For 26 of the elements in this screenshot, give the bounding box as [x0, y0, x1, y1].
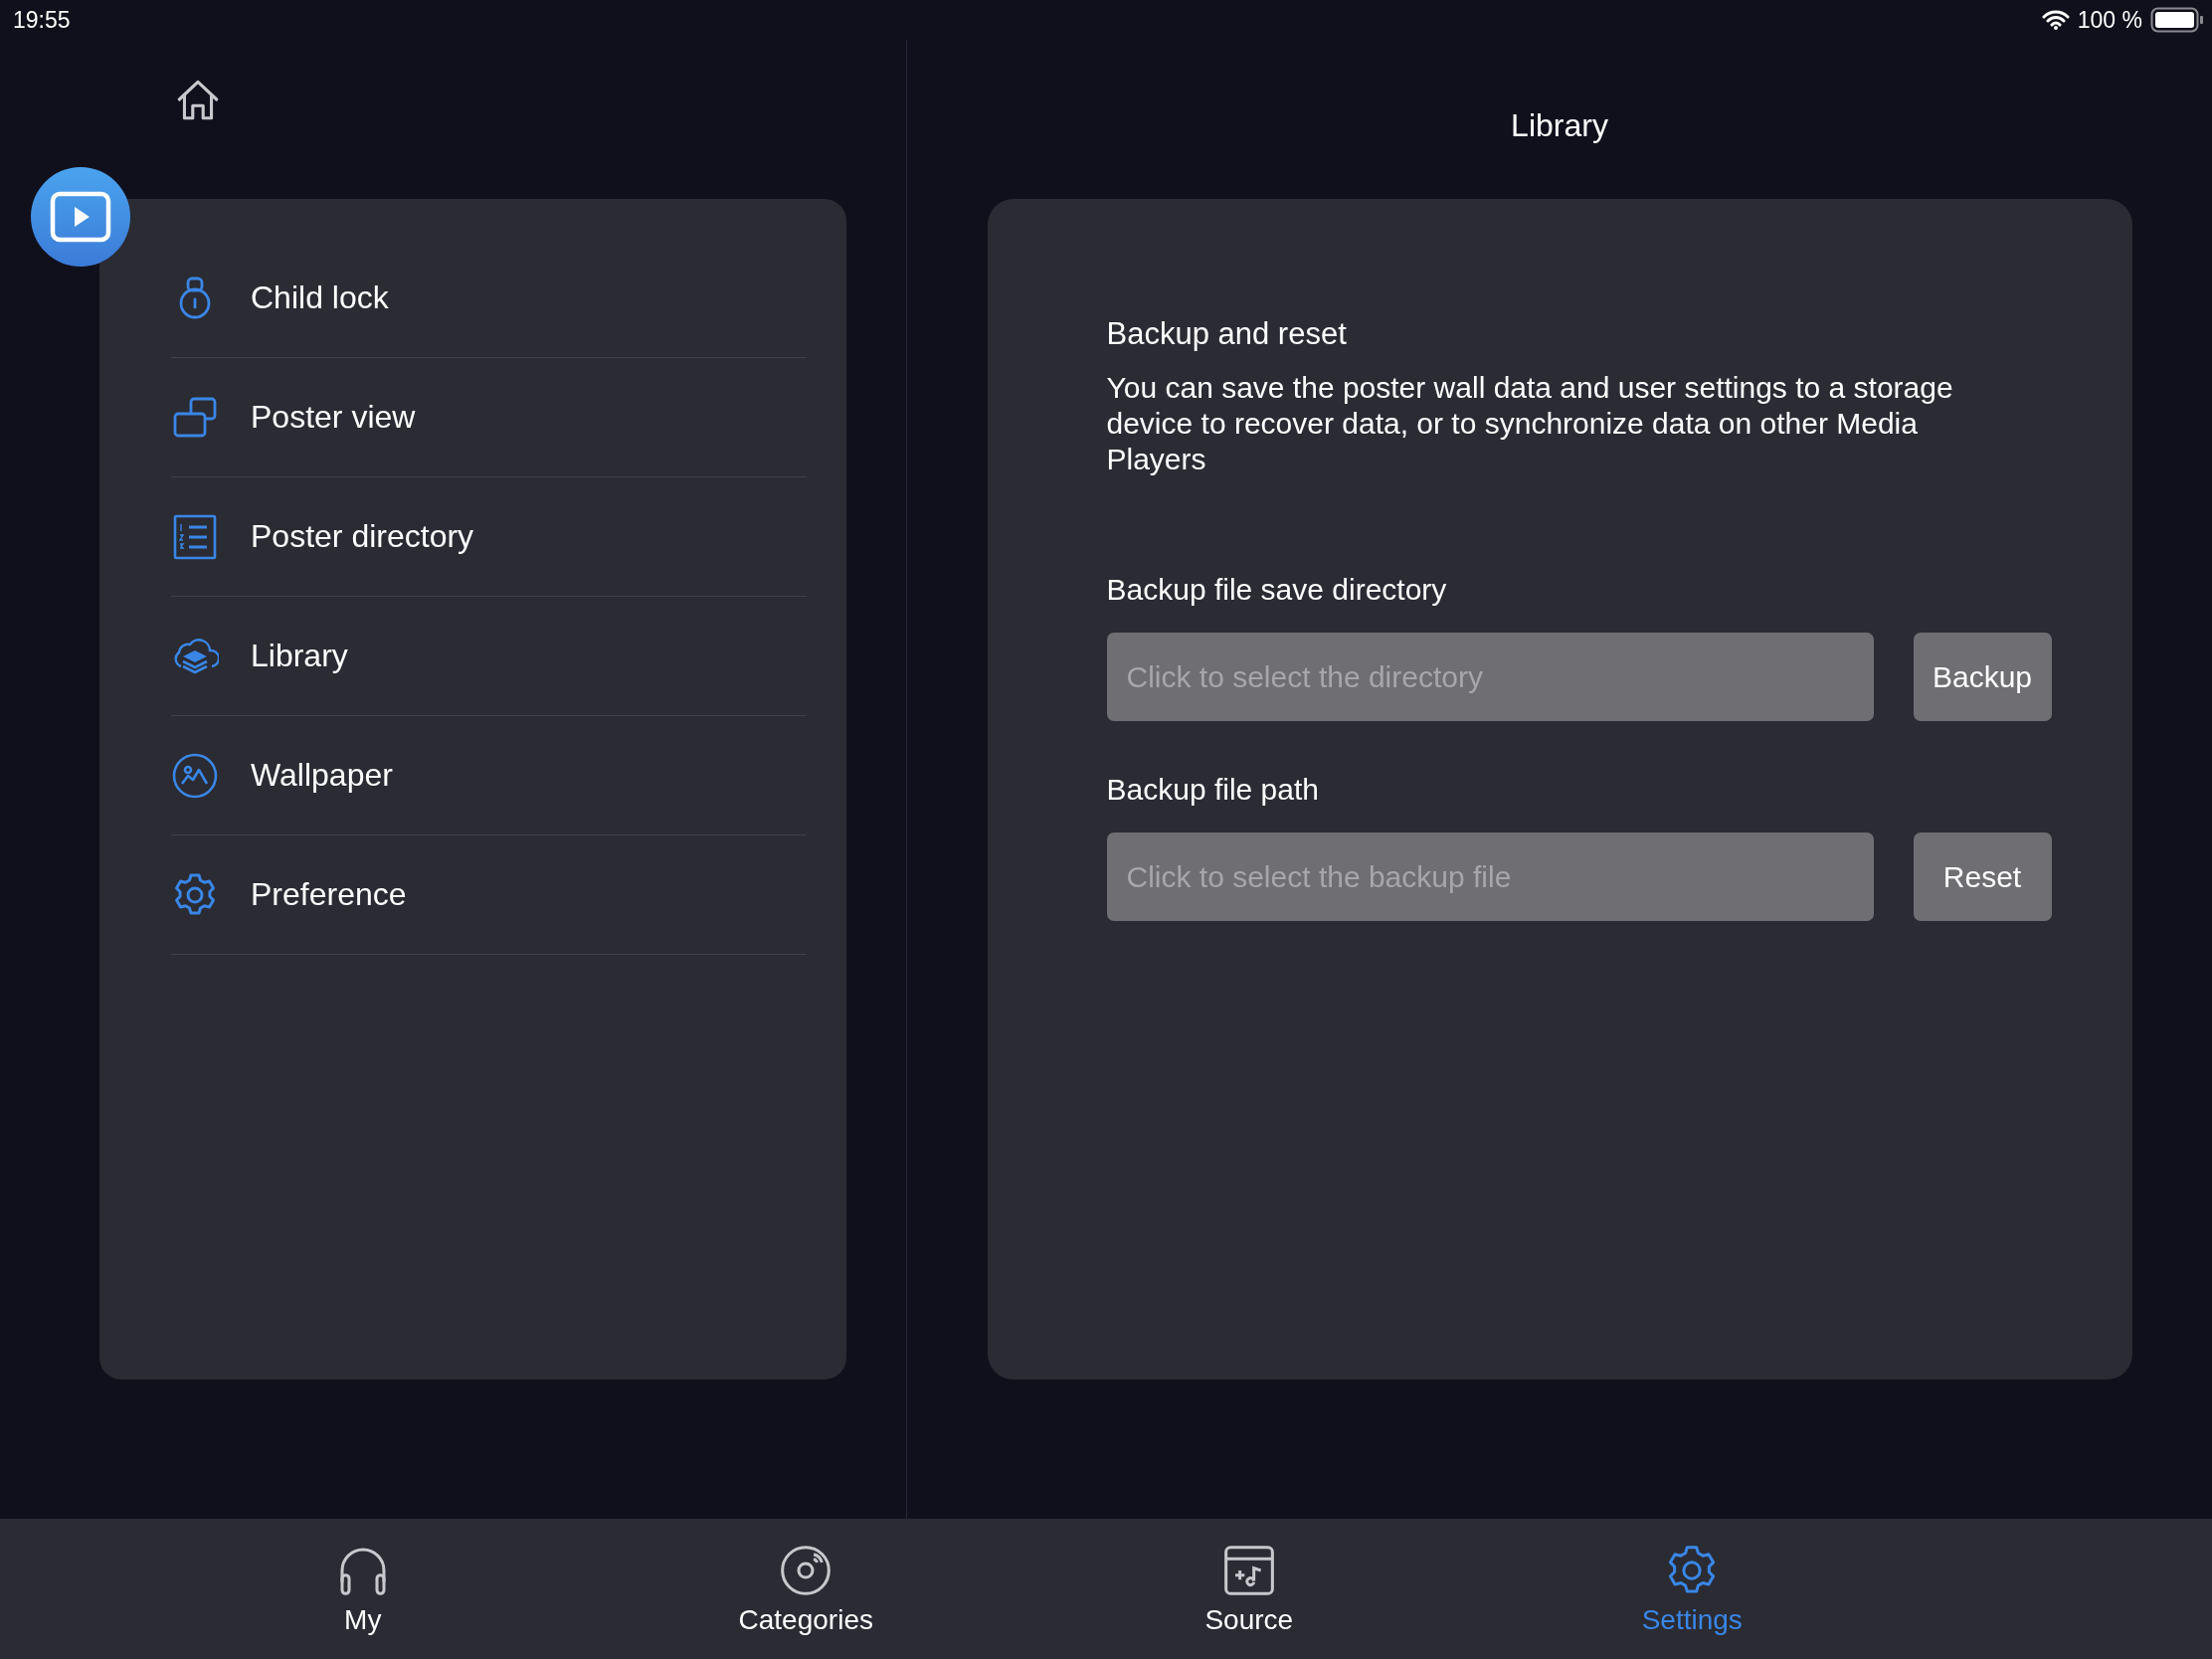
play-icon [50, 191, 111, 243]
status-time: 19:55 [13, 6, 71, 34]
menu-item[interactable]: Poster view [171, 358, 807, 477]
input-field[interactable]: Click to select the backup file [1106, 832, 1874, 921]
menu-item[interactable]: Preference [171, 835, 807, 955]
input-field[interactable]: Click to select the directory [1106, 633, 1874, 721]
tab[interactable]: Categories [584, 1519, 1027, 1659]
battery-icon [2150, 7, 2204, 33]
menu-item[interactable]: Poster directory [171, 477, 807, 597]
picture-icon [171, 751, 219, 800]
field-label: Backup file path [1106, 773, 1320, 807]
tab[interactable]: Source [1027, 1519, 1471, 1659]
menu-item[interactable]: Library [171, 597, 807, 716]
numbered-list-icon [171, 512, 219, 561]
field-label: Backup file save directory [1106, 573, 1448, 607]
action-button[interactable]: Backup [1913, 633, 2052, 721]
section-heading: Backup and reset [1106, 316, 1348, 352]
action-button[interactable]: Reset [1913, 832, 2052, 921]
menu-item[interactable]: Wallpaper [171, 716, 807, 835]
battery-percent: 100 % [2077, 6, 2142, 34]
tab[interactable]: My [141, 1519, 585, 1659]
wifi-icon [2041, 9, 2070, 31]
section-description: You can save the poster wall data and user settings to a storage device to recover data, or to synchronize data on other Media Players [1106, 370, 1954, 477]
page-title: Library [1511, 107, 1608, 145]
tab[interactable]: Settings [1470, 1519, 1914, 1659]
menu-item[interactable]: Child lock [171, 239, 807, 358]
